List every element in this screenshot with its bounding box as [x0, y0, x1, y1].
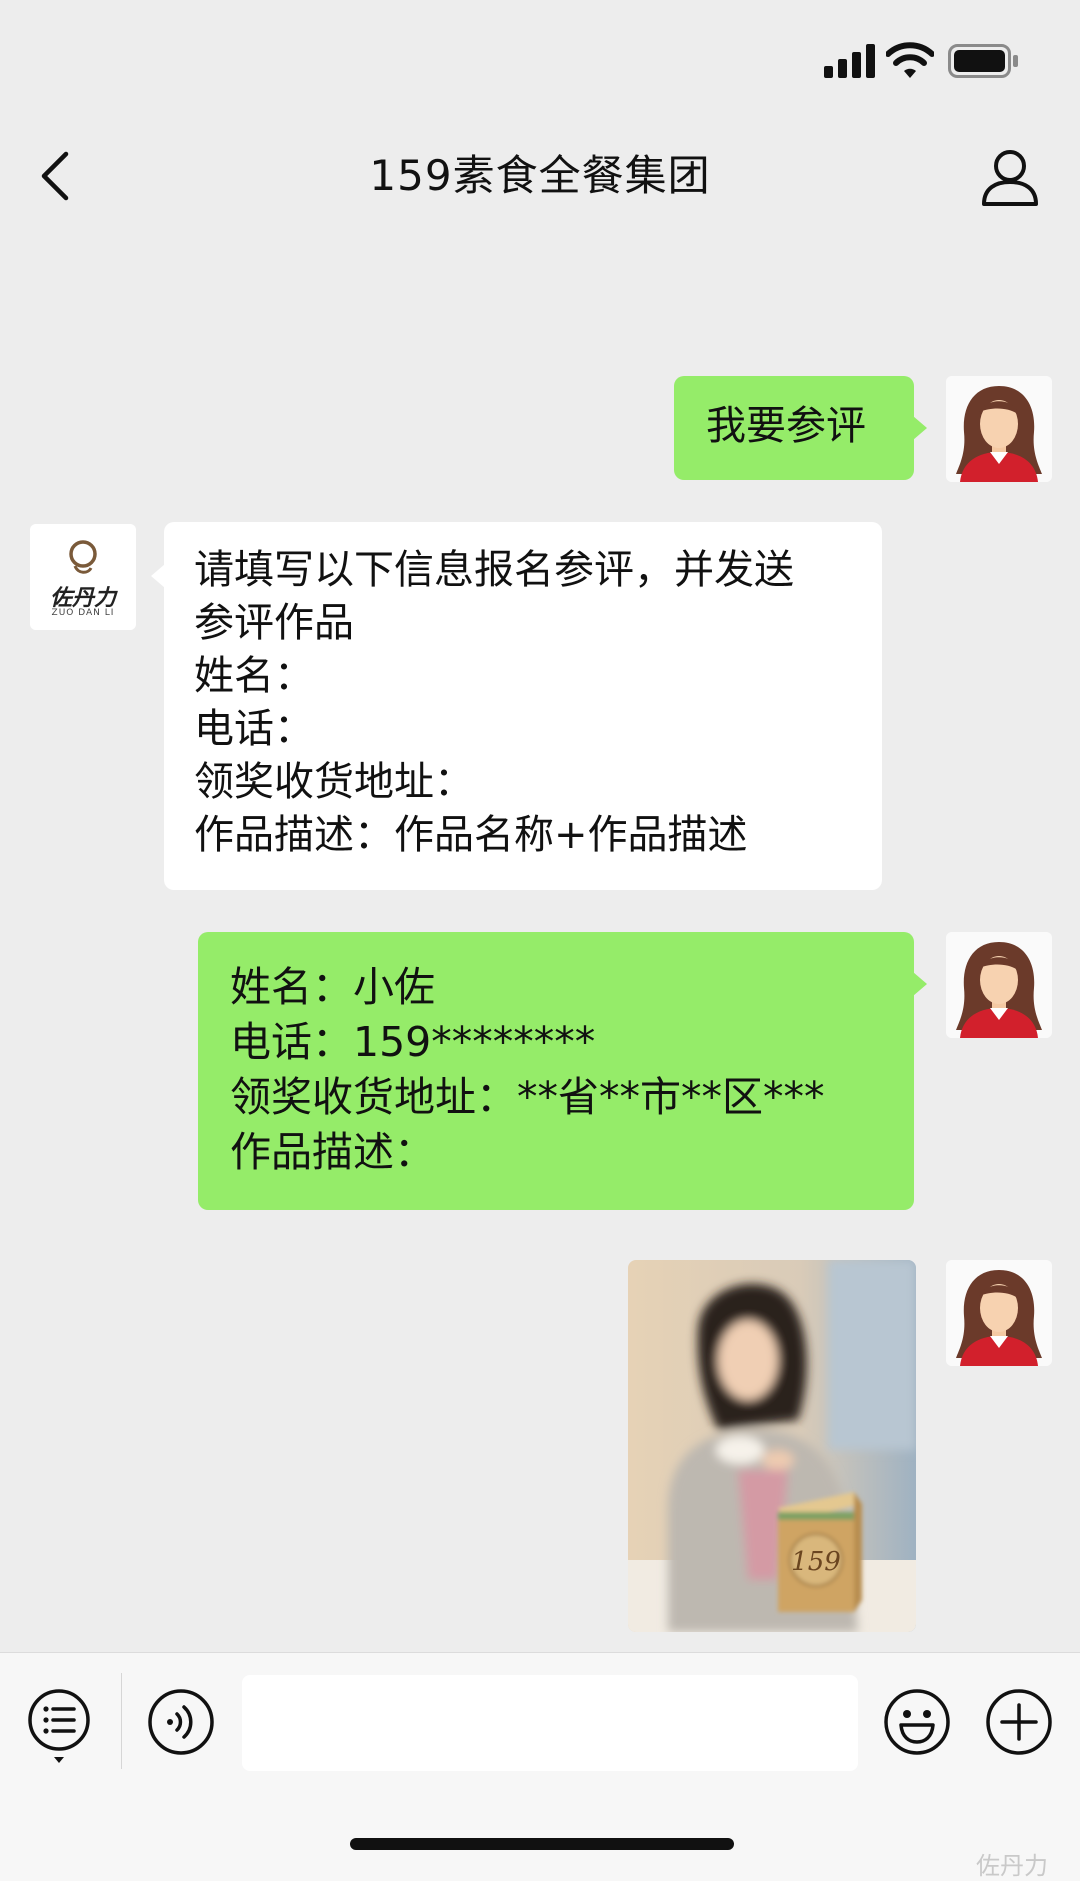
nav-bar: 159素食全餐集团: [0, 120, 1080, 230]
list-menu-icon: [28, 1689, 90, 1763]
message-line: 作品描述：: [230, 1128, 435, 1176]
woman-avatar-icon: [946, 932, 1052, 1038]
user-avatar[interactable]: [946, 1260, 1052, 1366]
status-bar: [0, 0, 1080, 120]
message-line: 参评作品: [194, 600, 354, 646]
person-icon: [982, 150, 1038, 206]
divider: [121, 1673, 122, 1769]
wifi-icon: [886, 42, 934, 78]
add-button[interactable]: [984, 1687, 1054, 1757]
message-line: 电话：: [194, 706, 314, 752]
voice-icon: [148, 1689, 214, 1755]
woman-avatar-icon: [946, 376, 1052, 482]
watermark: 佐丹力: [976, 1852, 1048, 1880]
plus-icon: [986, 1689, 1052, 1755]
message-text: 我要参评: [706, 403, 866, 449]
message-line: 姓名：: [194, 653, 314, 699]
bubble-tail: [913, 416, 927, 440]
signal-icon: [824, 44, 875, 78]
message-bubble-incoming[interactable]: 请填写以下信息报名参评，并发送 参评作品 姓名： 电话： 领奖收货地址： 作品描…: [164, 522, 882, 890]
user-avatar[interactable]: [946, 932, 1052, 1038]
menu-button[interactable]: [26, 1687, 96, 1763]
image-message[interactable]: 159: [628, 1260, 916, 1632]
emoji-icon: [884, 1689, 950, 1755]
brand-avatar-subtext: ZUO DAN LI: [51, 608, 115, 618]
profile-button[interactable]: [978, 146, 1042, 210]
bubble-tail: [913, 972, 927, 996]
message-line: 姓名：小佐: [230, 963, 435, 1011]
voice-button[interactable]: [146, 1687, 216, 1757]
battery-icon: [948, 44, 1018, 78]
home-indicator[interactable]: [350, 1838, 734, 1850]
message-line: 领奖收货地址：**省**市**区***: [230, 1073, 825, 1121]
brand-avatar[interactable]: 佐丹力 ZUO DAN LI: [30, 524, 136, 630]
user-avatar[interactable]: [946, 376, 1052, 482]
message-line: 请填写以下信息报名参评，并发送: [194, 547, 794, 593]
message-bubble-outgoing[interactable]: 我要参评: [674, 376, 914, 480]
message-line: 作品描述：作品名称+作品描述: [194, 812, 748, 858]
bubble-tail: [151, 564, 165, 588]
message-input[interactable]: [242, 1675, 858, 1771]
page-title: 159素食全餐集团: [369, 151, 711, 200]
emoji-button[interactable]: [882, 1687, 952, 1757]
woman-avatar-icon: [946, 1260, 1052, 1366]
message-line: 电话：159********: [230, 1018, 596, 1066]
message-bubble-outgoing[interactable]: 姓名：小佐 电话：159******** 领奖收货地址：**省**市**区***…: [198, 932, 914, 1210]
message-line: 领奖收货地址：: [194, 759, 474, 805]
photo-woman-with-product: 159: [628, 1260, 916, 1632]
product-label: 159: [791, 1547, 841, 1577]
back-button[interactable]: [28, 146, 88, 206]
chevron-left-icon: [41, 151, 69, 201]
